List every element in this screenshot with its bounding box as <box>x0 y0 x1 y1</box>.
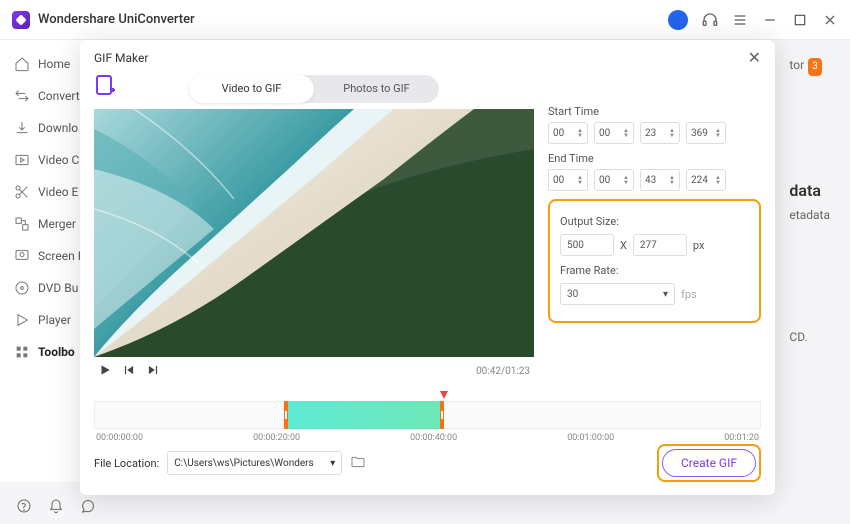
end-hour-input[interactable]: 00▲▼ <box>548 169 588 191</box>
sidebar-item-label: Screen R <box>38 249 85 263</box>
modal-title: GIF Maker <box>94 51 148 65</box>
grid-icon <box>14 344 30 360</box>
app-logo <box>12 11 30 29</box>
bg-cd-text: CD. <box>789 327 830 349</box>
end-sec-input[interactable]: 43▲▼ <box>640 169 680 191</box>
sidebar-item-label: Downlo <box>38 121 78 135</box>
folder-icon[interactable] <box>350 454 366 473</box>
start-sec-input[interactable]: 23▲▼ <box>640 122 680 144</box>
end-time-label: End Time <box>548 152 761 165</box>
bell-icon[interactable] <box>48 498 64 514</box>
tick: 00:00:20:00 <box>253 433 300 443</box>
tab-video-to-gif[interactable]: Video to GIF <box>189 75 314 103</box>
end-min-input[interactable]: 00▲▼ <box>594 169 634 191</box>
add-file-icon[interactable] <box>94 73 122 101</box>
output-settings-box: Output Size: 500 X 277 px Frame Rate: 30… <box>548 199 761 323</box>
convert-icon <box>14 88 30 104</box>
frame-rate-label: Frame Rate: <box>560 264 749 277</box>
height-input[interactable]: 277 <box>633 234 687 256</box>
tab-photos-to-gif[interactable]: Photos to GIF <box>314 75 439 103</box>
titlebar: Wondershare UniConverter <box>0 0 850 40</box>
start-time-label: Start Time <box>548 105 761 118</box>
sidebar-item-label: Video E <box>38 185 78 199</box>
video-compress-icon <box>14 152 30 168</box>
minimize-button[interactable] <box>762 12 778 28</box>
sidebar-item-label: Home <box>38 57 70 71</box>
output-size-label: Output Size: <box>560 215 749 228</box>
tick: 00:01:00:00 <box>567 433 614 443</box>
x-separator: X <box>620 239 627 252</box>
feedback-icon[interactable] <box>80 498 96 514</box>
playhead[interactable] <box>440 391 448 399</box>
tab-bar: Video to GIF Photos to GIF <box>189 75 439 103</box>
scissors-icon <box>14 184 30 200</box>
frame-rate-select[interactable]: 30▾ <box>560 283 675 305</box>
background-content: tor 3 data etadata CD. <box>789 55 830 349</box>
home-icon <box>14 56 30 72</box>
gif-maker-modal: GIF Maker ✕ Video to GIF Photos to GIF <box>80 40 775 495</box>
chevron-down-icon: ▾ <box>663 289 668 300</box>
sidebar-item-label: Toolbo <box>38 345 75 359</box>
player-icon <box>14 312 30 328</box>
sidebar-item-label: DVD Bu <box>38 281 78 295</box>
start-min-input[interactable]: 00▲▼ <box>594 122 634 144</box>
tick: 00:00:00:00 <box>96 433 143 443</box>
timeline-selection[interactable] <box>284 401 444 429</box>
app-title: Wondershare UniConverter <box>38 12 195 27</box>
tick: 00:01:20 <box>724 433 759 443</box>
headset-icon[interactable] <box>702 12 718 28</box>
screen-record-icon <box>14 248 30 264</box>
create-gif-button[interactable]: Create GIF <box>662 449 756 477</box>
start-ms-input[interactable]: 369▲▼ <box>686 122 726 144</box>
download-icon <box>14 120 30 136</box>
menu-icon[interactable] <box>732 12 748 28</box>
merger-icon <box>14 216 30 232</box>
help-icon[interactable] <box>16 498 32 514</box>
prev-frame-button[interactable] <box>122 363 136 380</box>
sidebar-item-label: Merger <box>38 217 76 231</box>
fps-label: fps <box>681 288 697 301</box>
sidebar-item-label: Video C <box>38 153 79 167</box>
sidebar-item-label: Convert <box>38 89 80 103</box>
play-button[interactable] <box>98 363 112 380</box>
badge: 3 <box>808 58 822 76</box>
px-label: px <box>693 239 705 252</box>
tick: 00:00:40:00 <box>410 433 457 443</box>
file-location-label: File Location: <box>94 457 159 470</box>
close-button[interactable] <box>822 12 838 28</box>
bg-data-sub: etadata <box>789 205 830 227</box>
timeline[interactable]: 00:00:00:00 00:00:20:00 00:00:40:00 00:0… <box>94 394 761 434</box>
next-frame-button[interactable] <box>146 363 160 380</box>
user-avatar[interactable] <box>668 10 688 30</box>
maximize-button[interactable] <box>792 12 808 28</box>
close-icon[interactable]: ✕ <box>748 48 761 67</box>
file-location-input[interactable]: C:\Users\ws\Pictures\Wonders▾ <box>167 451 342 475</box>
bg-data-heading: data <box>789 177 830 206</box>
disc-icon <box>14 280 30 296</box>
bg-tor-label: tor <box>789 58 804 72</box>
width-input[interactable]: 500 <box>560 234 614 256</box>
video-preview[interactable] <box>94 109 534 357</box>
sidebar-item-label: Player <box>38 313 71 327</box>
start-hour-input[interactable]: 00▲▼ <box>548 122 588 144</box>
end-ms-input[interactable]: 224▲▼ <box>686 169 726 191</box>
chevron-down-icon: ▾ <box>330 458 335 469</box>
time-display: 00:42/01:23 <box>476 366 530 377</box>
